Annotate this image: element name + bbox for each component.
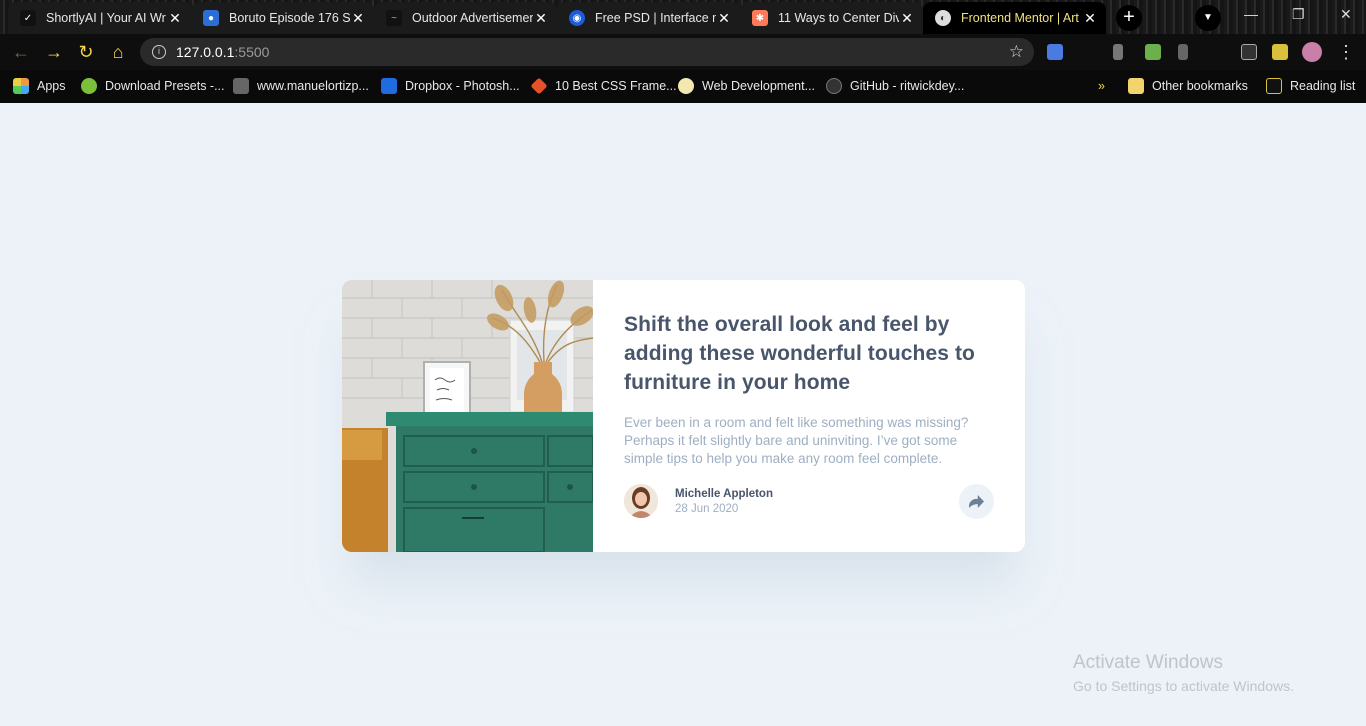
watermark-subtitle: Go to Settings to activate Windows. [1073,678,1294,694]
bookmark-item[interactable]: 10 Best CSS Frame... [530,77,677,95]
tab-title: ShortlyAI | Your AI Wr [46,11,166,25]
bookmark-item[interactable]: Web Development... [678,77,815,95]
bookmark-item[interactable]: Dropbox - Photosh... [381,77,520,95]
author-name: Michelle Appleton [675,487,773,500]
tab-frontend-mentor[interactable]: ◐ Frontend Mentor | Art ✕ [923,2,1106,34]
window-close-icon[interactable]: ✕ [1340,6,1352,23]
article-card: Shift the overall look and feel by addin… [342,280,1025,552]
bookmark-item[interactable]: Download Presets -... [81,77,225,95]
dropbox-icon [381,78,397,94]
people-icon: ● [203,10,219,26]
back-icon[interactable]: ← [10,41,32,63]
bookmark-label: 10 Best CSS Frame... [555,79,677,93]
article-headline: Shift the overall look and feel by addin… [624,313,975,394]
bookmark-star-icon[interactable]: ☆ [1009,42,1024,62]
address-bar[interactable]: i 127.0.0.1:5500 ☆ [140,38,1034,66]
bookmark-label: Dropbox - Photosh... [405,79,520,93]
address-port: :5500 [234,44,270,60]
bookmark-label: Apps [37,79,66,93]
download-extension-icon[interactable] [1113,44,1123,60]
reading-list[interactable]: Reading list [1266,77,1355,95]
diamond-icon [530,77,548,95]
calendar-extension-icon[interactable] [1145,44,1161,60]
bookmark-label: Other bookmarks [1152,79,1248,93]
article-description: Ever been in a room and felt like someth… [624,415,969,466]
tab-title: Frontend Mentor | Art [961,11,1079,25]
translate-icon[interactable] [1047,44,1063,60]
site-info-icon[interactable]: i [152,45,166,59]
minimize-icon[interactable]: — [1244,6,1258,22]
tab-hubspot[interactable]: ✱ 11 Ways to Center Div ✕ [740,2,923,34]
close-icon[interactable]: ✕ [350,10,366,27]
tab-title: Outdoor Advertisemen [412,11,533,25]
close-icon[interactable]: ✕ [533,10,549,27]
close-icon[interactable]: ✕ [716,10,732,27]
card-content: Shift the overall look and feel by addin… [624,310,994,468]
other-bookmarks[interactable]: Other bookmarks [1128,77,1248,95]
forward-icon[interactable]: → [43,41,65,63]
tab-title: Free PSD | Interface m [595,11,716,25]
freepik-icon: ◉ [569,10,585,26]
close-icon[interactable]: ✕ [899,10,915,27]
home-icon[interactable]: ⌂ [107,41,129,63]
bookmark-label: GitHub - ritwickdey... [850,79,965,93]
extension-icon[interactable] [1178,44,1188,60]
maximize-icon[interactable]: ❐ [1292,6,1305,23]
reading-list-icon [1266,78,1282,94]
tab-search-button[interactable]: ▼ [1195,5,1221,31]
emoji-icon [678,78,694,94]
tab-title: Boruto Episode 176 Su [229,11,350,25]
publish-date: 28 Jun 2020 [675,502,739,515]
profile-avatar[interactable] [1302,42,1322,62]
frontend-mentor-icon: ◐ [935,10,951,26]
bookmark-item[interactable]: www.manuelortizp... [233,77,369,95]
watermark-title: Activate Windows [1073,652,1223,673]
avatar [624,484,658,518]
tab-boruto[interactable]: ● Boruto Episode 176 Su ✕ [191,2,374,34]
bookmark-apps[interactable]: Apps [13,77,66,95]
tab-strip: ✓ ShortlyAI | Your AI Wr ✕ ● Boruto Epis… [0,0,1366,34]
bookmark-label: Web Development... [702,79,816,93]
hubspot-icon: ✱ [752,10,768,26]
author-block: Michelle Appleton 28 Jun 2020 [624,484,773,518]
tab-freepik[interactable]: ◉ Free PSD | Interface m ✕ [557,2,740,34]
menu-kebab-icon[interactable]: ⋮ [1335,41,1357,63]
apps-grid-icon [13,78,29,94]
media-icon[interactable] [1241,44,1257,60]
tab-shortlyai[interactable]: ✓ ShortlyAI | Your AI Wr ✕ [8,2,191,34]
tab-title: 11 Ways to Center Div [778,11,899,25]
cube-icon [233,78,249,94]
share-icon [969,495,984,508]
share-button[interactable] [959,484,994,519]
bookmark-item[interactable]: GitHub - ritwickdey... [826,77,964,95]
close-icon[interactable]: ✕ [1082,10,1098,27]
reload-icon[interactable]: ↻ [75,41,97,63]
toolbar: ← → ↻ ⌂ i 127.0.0.1:5500 ☆ ⋮ [0,34,1366,70]
tab-outdoor[interactable]: ~ Outdoor Advertisemen ✕ [374,2,557,34]
windows-activation-watermark: Activate Windows Go to Settings to activ… [1073,652,1294,694]
author-meta: Michelle Appleton 28 Jun 2020 [675,488,773,515]
close-icon[interactable]: ✕ [167,10,183,27]
folder-icon [1128,78,1144,94]
new-tab-button[interactable]: + [1116,5,1142,31]
bookmark-label: Download Presets -... [105,79,225,93]
bookmarks-bar: Apps Download Presets -... www.manuelort… [0,70,1366,103]
envato-leaf-icon [81,78,97,94]
address-host: 127.0.0.1 [176,44,235,60]
shortlyai-icon: ✓ [20,10,36,26]
bookmarks-overflow-button[interactable]: » [1098,77,1105,95]
browser-chrome: ✓ ShortlyAI | Your AI Wr ✕ ● Boruto Epis… [0,0,1366,103]
github-icon [826,78,842,94]
wave-logo-icon: ~ [386,10,402,26]
bookmark-label: Reading list [1290,79,1356,93]
puzzle-icon[interactable] [1272,44,1288,60]
drawers-photo [342,280,593,552]
bookmark-label: www.manuelortizp... [257,79,369,93]
